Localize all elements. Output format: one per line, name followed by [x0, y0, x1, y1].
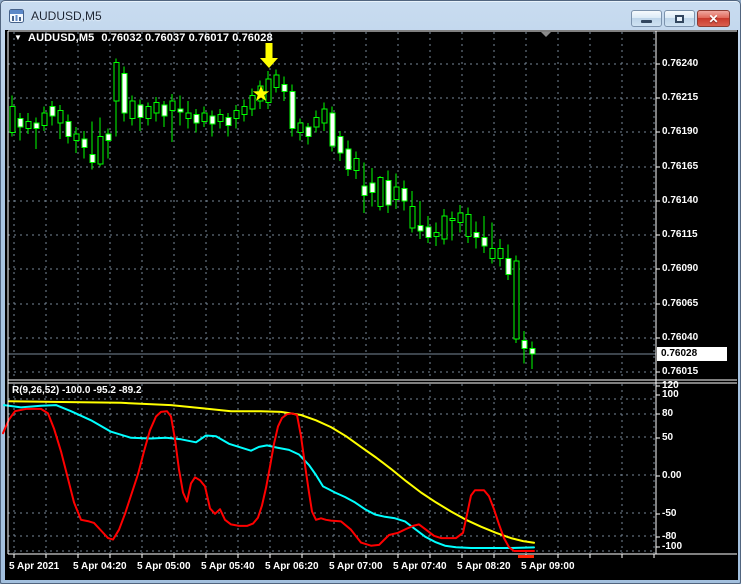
time-axis-highlight [518, 555, 534, 558]
current-price-tag: 0.76028 [657, 347, 727, 361]
time-axis-label: 5 Apr 05:00 [137, 561, 191, 572]
chart-background [5, 30, 738, 580]
indicator-label: R(9,26,52) -100.0 -95.2 -89.2 [12, 385, 142, 396]
candle [513, 255, 520, 344]
header-low: 0.76017 [188, 32, 230, 44]
header-open: 0.76032 [101, 32, 142, 44]
candle [329, 106, 336, 152]
price-axis-label: 0.76090 [662, 263, 699, 274]
price-axis-label: 0.76015 [662, 366, 699, 377]
time-axis-label: 5 Apr 04:20 [73, 561, 127, 572]
indicator-axis-label: 50 [662, 432, 674, 443]
time-axis-label: 5 Apr 2021 [9, 561, 60, 572]
indicator-axis-label: 100 [662, 389, 679, 400]
time-axis-label: 5 Apr 08:20 [457, 561, 511, 572]
price-axis-label: 0.76040 [662, 332, 699, 343]
header-high: 0.76037 [144, 32, 186, 44]
price-axis-label: 0.76240 [662, 58, 699, 69]
header-symbol: AUDUSD,M5 [28, 32, 95, 44]
time-axis-label: 5 Apr 06:20 [265, 561, 319, 572]
time-axis-label: 5 Apr 05:40 [201, 561, 255, 572]
indicator-axis-label: -50 [662, 508, 677, 519]
time-axis-label: 5 Apr 09:00 [521, 561, 575, 572]
time-axis-label: 5 Apr 07:00 [329, 561, 383, 572]
candle [377, 176, 384, 211]
price-axis-label: 0.76140 [662, 195, 699, 206]
price-axis-label: 0.76165 [662, 161, 699, 172]
price-axis-label: 0.76215 [662, 92, 699, 103]
candle [121, 66, 128, 122]
price-axis-label: 0.76190 [662, 126, 699, 137]
indicator-axis-label: -100 [662, 541, 683, 552]
time-axis-label: 5 Apr 07:40 [393, 561, 447, 572]
header-close: 0.76028 [232, 32, 273, 44]
candle [289, 84, 296, 137]
expander-icon[interactable]: ▼ [14, 33, 22, 42]
price-axis-label: 0.76065 [662, 298, 699, 309]
indicator-axis-label: 0.00 [662, 470, 682, 481]
price-axis-label: 0.76115 [662, 229, 698, 240]
indicator-axis-label: 80 [662, 408, 674, 419]
chart-window: AUDUSD,M5 ✕ ▼ AUDUSD,M5 0.76032 0.76037 0.… [0, 0, 741, 584]
ohlc-header: ▼ AUDUSD,M5 0.76032 0.76037 0.76017 0.7602… [14, 32, 273, 44]
chart-canvas[interactable] [1, 1, 741, 584]
